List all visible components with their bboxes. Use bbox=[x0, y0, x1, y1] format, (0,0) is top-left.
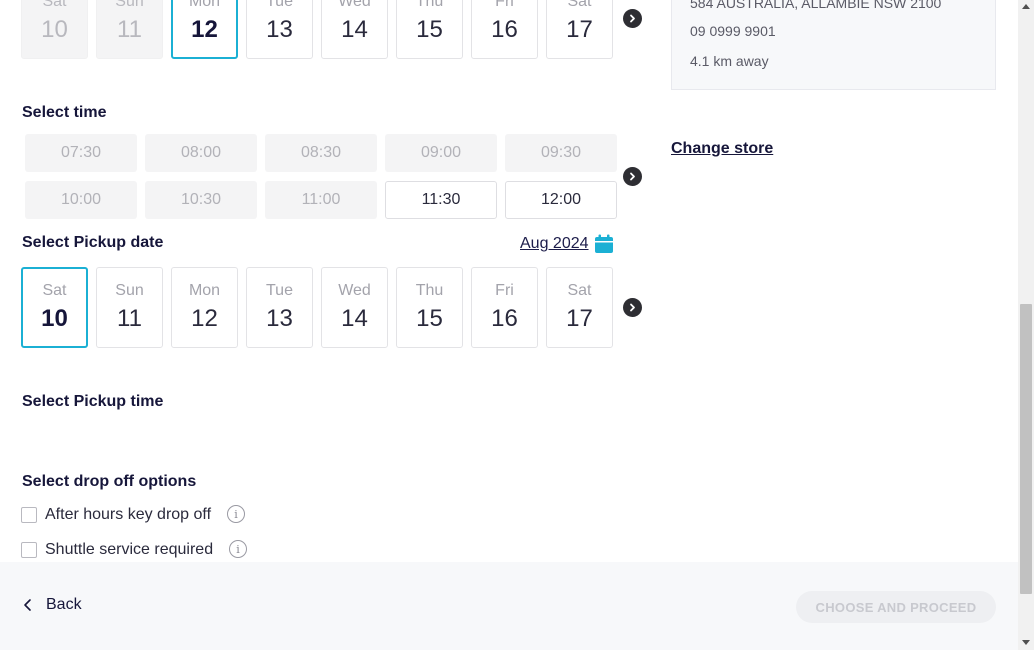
date-card-day-number: 14 bbox=[341, 15, 368, 43]
time-slot: 08:30 bbox=[265, 134, 377, 172]
date-card-day-number: 17 bbox=[566, 15, 593, 43]
date-card[interactable]: Sun 11 bbox=[96, 267, 163, 348]
date-card-weekday: Thu bbox=[415, 281, 444, 299]
next-pickup-dates-icon[interactable] bbox=[623, 298, 642, 317]
time-slot: 07:30 bbox=[25, 134, 137, 172]
checkbox-box[interactable] bbox=[21, 507, 37, 523]
date-card[interactable]: Mon 12 bbox=[171, 0, 238, 59]
date-card-day-number: 16 bbox=[491, 15, 518, 43]
date-card[interactable]: Wed 14 bbox=[321, 0, 388, 59]
service-date-row: Sat 10 Sun 11 Mon 12 Tue 13 Wed 14 Thu 15 Fri 16 Sat 17 bbox=[21, 0, 613, 59]
date-card-weekday: Sat bbox=[567, 281, 592, 299]
date-card-weekday: Sun bbox=[115, 281, 144, 299]
date-card-day-number: 10 bbox=[41, 304, 68, 332]
calendar-icon[interactable] bbox=[594, 234, 614, 254]
date-card[interactable]: Fri 16 bbox=[471, 267, 538, 348]
pickup-date-row: Sat 10 Sun 11 Mon 12 Tue 13 Wed 14 Thu 15 Fri 16 Sat 17 bbox=[21, 267, 613, 348]
date-card-day-number: 13 bbox=[266, 304, 293, 332]
time-slot: 08:00 bbox=[145, 134, 257, 172]
date-card-day-number: 12 bbox=[191, 15, 218, 43]
time-slot[interactable]: 11:30 bbox=[385, 181, 497, 219]
store-distance: 4.1 km away bbox=[690, 53, 769, 69]
next-times-icon[interactable] bbox=[623, 167, 642, 186]
date-card-day-number: 11 bbox=[117, 15, 142, 43]
date-card-day-number: 12 bbox=[191, 304, 218, 332]
store-phone: 09 0999 9901 bbox=[690, 23, 776, 39]
footer-bar: Back CHOOSE AND PROCEED bbox=[0, 562, 1018, 650]
date-card[interactable]: Thu 15 bbox=[396, 0, 463, 59]
date-card-day-number: 14 bbox=[341, 304, 368, 332]
date-card-weekday: Sat bbox=[567, 0, 592, 10]
info-icon[interactable]: i bbox=[229, 540, 247, 558]
time-slot-grid: 07:30 08:00 08:30 09:00 09:30 10:00 10:30 11:00… bbox=[25, 134, 617, 219]
time-slot: 09:00 bbox=[385, 134, 497, 172]
choose-and-proceed-button[interactable]: CHOOSE AND PROCEED bbox=[796, 591, 996, 623]
date-card-weekday: Sat bbox=[42, 281, 67, 299]
date-card-weekday: Wed bbox=[338, 0, 371, 10]
date-card-weekday: Thu bbox=[415, 0, 444, 10]
chevron-left-icon bbox=[24, 599, 31, 611]
date-card[interactable]: Tue 13 bbox=[246, 267, 313, 348]
pickup-date-title: Select Pickup date bbox=[22, 234, 164, 251]
date-card[interactable]: Mon 12 bbox=[171, 267, 238, 348]
shuttle-service-label: Shuttle service required bbox=[45, 541, 214, 558]
date-card-weekday: Fri bbox=[495, 281, 514, 299]
page-scrollbar[interactable] bbox=[1018, 0, 1034, 650]
date-card: Sun 11 bbox=[96, 0, 163, 59]
date-card-weekday: Tue bbox=[266, 0, 293, 10]
time-slot: 10:30 bbox=[145, 181, 257, 219]
booking-page: Sat 10 Sun 11 Mon 12 Tue 13 Wed 14 Thu 15 Fri 16 Sat 17… bbox=[0, 0, 1034, 650]
date-card-day-number: 10 bbox=[41, 15, 68, 43]
change-store-link[interactable]: Change store bbox=[671, 140, 773, 158]
back-label: Back bbox=[46, 596, 82, 613]
date-card[interactable]: Wed 14 bbox=[321, 267, 388, 348]
date-card[interactable]: Sat 17 bbox=[546, 267, 613, 348]
date-card-weekday: Wed bbox=[338, 281, 371, 299]
date-card[interactable]: Sat 17 bbox=[546, 0, 613, 59]
date-card-weekday: Mon bbox=[188, 281, 221, 299]
store-address: 584 AUSTRALIA, ALLAMBIE NSW 2100 bbox=[690, 0, 942, 11]
next-dates-icon[interactable] bbox=[623, 9, 642, 28]
date-card[interactable]: Tue 13 bbox=[246, 0, 313, 59]
month-selector-link[interactable]: Aug 2024 bbox=[520, 235, 589, 253]
date-card-day-number: 16 bbox=[491, 304, 518, 332]
date-card-day-number: 11 bbox=[117, 304, 142, 332]
time-slot[interactable]: 12:00 bbox=[505, 181, 617, 219]
time-slot: 11:00 bbox=[265, 181, 377, 219]
pickup-time-title: Select Pickup time bbox=[22, 393, 164, 410]
date-card-day-number: 15 bbox=[416, 15, 443, 43]
store-card: 584 AUSTRALIA, ALLAMBIE NSW 2100 09 0999… bbox=[671, 0, 996, 90]
info-icon[interactable]: i bbox=[227, 505, 245, 523]
after-hours-key-drop-checkbox[interactable]: After hours key drop off bbox=[21, 506, 211, 524]
scrollbar-thumb[interactable] bbox=[1020, 304, 1032, 594]
select-time-title: Select time bbox=[22, 104, 107, 121]
scroll-down-icon[interactable] bbox=[1022, 640, 1030, 645]
date-card[interactable]: Sat 10 bbox=[21, 267, 88, 348]
time-slot: 10:00 bbox=[25, 181, 137, 219]
shuttle-service-checkbox[interactable]: Shuttle service required bbox=[21, 541, 213, 559]
date-card-day-number: 15 bbox=[416, 304, 443, 332]
date-card-weekday: Mon bbox=[188, 0, 221, 10]
date-card: Sat 10 bbox=[21, 0, 88, 59]
date-card-weekday: Tue bbox=[266, 281, 293, 299]
after-hours-key-drop-label: After hours key drop off bbox=[45, 506, 212, 523]
date-card-weekday: Sat bbox=[42, 0, 67, 10]
date-card[interactable]: Fri 16 bbox=[471, 0, 538, 59]
back-button[interactable]: Back bbox=[22, 596, 82, 614]
date-card[interactable]: Thu 15 bbox=[396, 267, 463, 348]
time-slot: 09:30 bbox=[505, 134, 617, 172]
date-card-weekday: Fri bbox=[495, 0, 514, 10]
date-card-day-number: 17 bbox=[566, 304, 593, 332]
checkbox-box[interactable] bbox=[21, 542, 37, 558]
date-card-weekday: Sun bbox=[115, 0, 144, 10]
drop-off-title: Select drop off options bbox=[22, 473, 197, 490]
scroll-up-icon[interactable] bbox=[1022, 4, 1030, 9]
date-card-day-number: 13 bbox=[266, 15, 293, 43]
